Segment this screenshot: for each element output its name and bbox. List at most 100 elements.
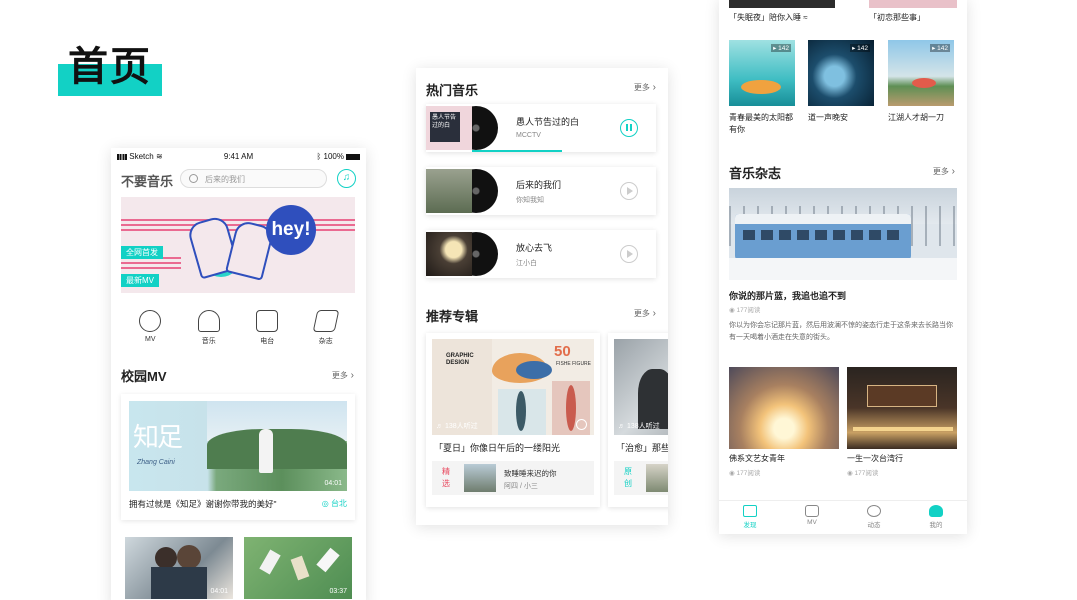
tab-label: MV (807, 519, 817, 526)
hey-bubble: hey! (266, 205, 316, 255)
read-count: ◉ 177阅读 (729, 304, 760, 314)
category-music[interactable]: 音乐 (189, 310, 229, 354)
album-featured-track[interactable]: 原创 (614, 461, 668, 495)
song-row[interactable]: 愚人节告过的白 愚人节告过的白 MCCTV (426, 104, 656, 152)
search-input[interactable]: 后来的我们 (180, 169, 327, 188)
video-duration: 03:37 (329, 588, 347, 595)
song-cover-text: 愚人节告过的白 (430, 112, 460, 142)
category-label: 音乐 (201, 338, 216, 345)
album-title: 「治愈」那些难 (616, 443, 668, 453)
mv-small-card[interactable]: 03:37 (244, 537, 352, 599)
hero-banner[interactable]: hey! 全网首发 最新MV (121, 197, 355, 293)
read-count-label: 177阅读 (854, 470, 879, 477)
albums-more-link[interactable]: 更多 (634, 308, 656, 319)
album-featured-track[interactable]: 精选 致睡睡来迟的你 阿四 / 小三 (432, 461, 594, 495)
disc-icon (139, 310, 162, 332)
banner-tag-premiere: 全网首发 (121, 246, 163, 259)
playlist-thumbnail[interactable] (869, 0, 957, 8)
campus-mv-more-link[interactable]: 更多 (332, 370, 354, 381)
album-title: 「夏日」你像日午后的一缕阳光 (434, 443, 561, 453)
tile-caption: 青春最美的太阳都有你 (729, 113, 793, 134)
category-radio[interactable]: 电台 (247, 310, 287, 354)
playlist-caption: 「失眠夜」陪你入睡 ≈ (729, 13, 808, 22)
playlist-tile[interactable]: ▸ 142 (808, 40, 874, 106)
headphones-icon: ♬ (436, 423, 443, 430)
mv-caption: 拥有过就是《知足》谢谢你带我的美好" (129, 499, 277, 509)
category-label: 电台 (260, 338, 275, 345)
listener-count-label: 138人听过 (444, 423, 478, 430)
pause-button[interactable] (620, 119, 638, 137)
tile-caption: 江湖人才胡一刀 (888, 113, 944, 122)
original-badge: 原创 (624, 467, 632, 488)
phone-discover-screen: 「失眠夜」陪你入睡 ≈ 「初恋那些事」 ▸ 142 ▸ 142 ▸ 142 青春… (719, 0, 967, 534)
play-button[interactable] (620, 245, 638, 263)
location-pin-icon: ◎ (321, 499, 329, 508)
category-label: MV (145, 336, 156, 343)
search-placeholder: 后来的我们 (205, 175, 245, 184)
eye-icon: ◉ (847, 470, 853, 477)
play-count-label: 142 (778, 45, 789, 52)
album-card[interactable]: GRAPHIC DESIGN 50 FISHE FIGURE ♬ 138人听过 … (426, 333, 600, 507)
song-row[interactable]: 后来的我们 你知我知 (426, 167, 656, 215)
song-cover (426, 232, 472, 276)
magazine-headline: 你说的那片蓝，我追也追不到 (729, 291, 847, 301)
video-duration: 04:01 (210, 588, 228, 595)
mv-card[interactable]: 知足 Zhang Caini 04:01 拥有过就是《知足》谢谢你带我的美好" … (121, 394, 355, 520)
track-artist: 阿四 / 小三 (504, 483, 538, 490)
tab-feed[interactable]: 动态 (854, 501, 894, 534)
song-cover (426, 169, 472, 213)
mv-thumbnail: 知足 Zhang Caini 04:01 (129, 401, 347, 491)
phone-music-screen: 热门音乐 更多 愚人节告过的白 愚人节告过的白 MCCTV 后来的我们 你知我知… (416, 68, 668, 525)
album-cover-subtext: FISHE FIGURE (556, 361, 592, 367)
album-play-icon[interactable] (576, 419, 587, 430)
playlist-tile[interactable]: ▸ 142 (729, 40, 795, 106)
user-icon (929, 505, 943, 517)
video-duration: 04:01 (324, 480, 342, 487)
magazine-icon (312, 310, 340, 332)
battery-icon (346, 153, 360, 160)
song-row[interactable]: 放心去飞 江小白 (426, 230, 656, 278)
song-artist: MCCTV (516, 132, 541, 139)
section-title-hot-music: 热门音乐 (426, 83, 479, 98)
home-heading: 首页 (58, 34, 164, 96)
battery-label: 100% (323, 152, 344, 161)
bottom-tab-bar: 发现 MV 动态 我的 (719, 500, 967, 534)
album-cover-number: 50 (554, 343, 571, 360)
mv-small-card[interactable]: 04:01 (125, 537, 233, 599)
playlist-tile[interactable]: ▸ 142 (888, 40, 954, 106)
category-mv[interactable]: MV (130, 310, 170, 354)
read-count-label: 177阅读 (736, 307, 761, 314)
tab-mv[interactable]: MV (792, 501, 832, 534)
song-artist: 你知我知 (516, 197, 544, 204)
post-title: 佛系文艺女青年 (729, 454, 785, 463)
location-label: 台北 (331, 499, 347, 508)
hot-music-more-link[interactable]: 更多 (634, 82, 656, 93)
category-magazine[interactable]: 杂志 (306, 310, 346, 354)
listener-count: ♬ 138人听过 (436, 421, 478, 431)
music-note-button[interactable]: ♫ (337, 169, 356, 188)
play-button[interactable] (620, 182, 638, 200)
magazine-hero-image[interactable] (729, 188, 957, 280)
tab-discover[interactable]: 发现 (730, 501, 770, 534)
song-title: 愚人节告过的白 (516, 117, 580, 127)
video-icon (805, 505, 819, 517)
play-count-label: 142 (857, 45, 868, 52)
tab-label: 发现 (743, 522, 757, 529)
listener-count-label: 138人听过 (626, 423, 660, 430)
magazine-post-image[interactable] (729, 367, 839, 449)
track-thumbnail (646, 464, 668, 492)
album-cover-text: GRAPHIC DESIGN (446, 353, 474, 366)
track-title: 致睡睡来迟的你 (504, 469, 557, 478)
magazine-post-image[interactable] (847, 367, 957, 449)
eye-icon: ◉ (729, 470, 735, 477)
magazine-more-link[interactable]: 更多 (933, 166, 955, 177)
mv-location: ◎ 台北 (322, 498, 347, 509)
album-card[interactable]: ♬ 138人听过 「治愈」那些难 原创 (608, 333, 668, 507)
song-title: 后来的我们 (516, 180, 562, 190)
featured-badge: 精选 (442, 467, 450, 488)
playlist-thumbnail[interactable] (729, 0, 835, 8)
status-bar: Sketch ≋ 9:41 AM ᛒ 100% (111, 148, 366, 164)
headphones-icon: ♬ (618, 423, 625, 430)
tab-profile[interactable]: 我的 (916, 501, 956, 534)
section-title-campus-mv: 校园MV (121, 369, 167, 384)
